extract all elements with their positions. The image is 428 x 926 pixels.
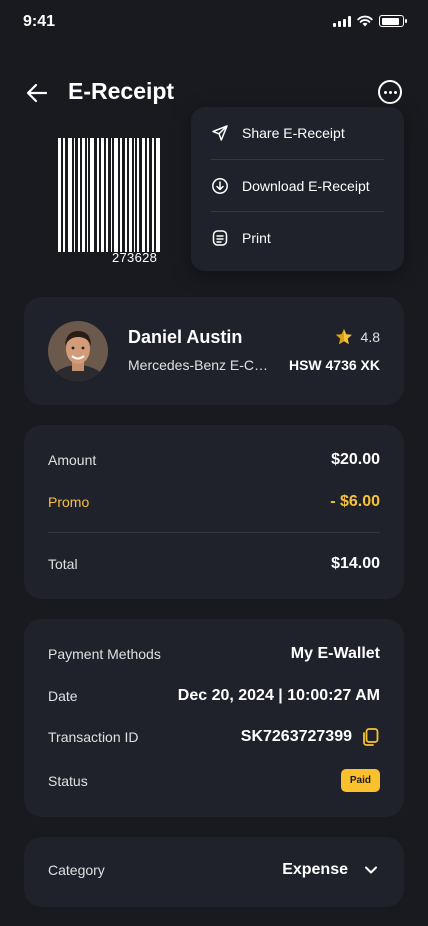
payment-method-value: My E-Wallet — [290, 645, 380, 662]
driver-name: Daniel Austin — [128, 327, 243, 347]
page-title: E-Receipt — [68, 78, 175, 104]
header: E-Receipt — [0, 72, 428, 112]
options-menu: Share E-Receipt Download E-Receipt Print — [191, 107, 404, 271]
download-icon — [212, 177, 228, 194]
rating-value: 4.8 — [360, 329, 380, 345]
promo-label: Promo — [48, 494, 90, 510]
menu-item-print[interactable]: Print — [211, 211, 384, 263]
total-value: $14.00 — [331, 555, 380, 572]
menu-item-download[interactable]: Download E-Receipt — [211, 159, 384, 211]
barcode: 273628 — [58, 138, 193, 265]
category-label: Category — [48, 862, 105, 878]
transaction-id-value: SK7263727399 — [240, 728, 352, 745]
menu-item-label: Share E-Receipt — [242, 125, 345, 141]
cellular-signal-icon — [333, 15, 351, 27]
date-row: Date Dec 20, 2024 | 10:00:27 AM — [48, 687, 380, 705]
copy-icon[interactable] — [360, 727, 380, 747]
battery-icon — [379, 15, 407, 27]
total-label: Total — [48, 556, 78, 572]
car-model: Mercedes-Benz E-Class — [128, 357, 270, 373]
category-card[interactable]: Category Expense — [24, 837, 404, 907]
amount-label: Amount — [48, 452, 97, 468]
status-icons — [333, 15, 407, 27]
document-icon — [212, 229, 228, 246]
category-value: Expense — [282, 861, 348, 878]
menu-item-share[interactable]: Share E-Receipt — [211, 107, 384, 159]
status-bar: 9:41 — [0, 0, 428, 44]
star-icon — [335, 329, 352, 345]
category-select[interactable]: Expense — [282, 861, 380, 879]
driver-rating: 4.8 — [335, 328, 380, 346]
amount-row: Amount $20.00 — [48, 451, 380, 469]
status-label: Status — [48, 772, 88, 789]
amount-card: Amount $20.00 Promo - $6.00 Total $14.00 — [24, 425, 404, 599]
payment-method-row: Payment Methods My E-Wallet — [48, 645, 380, 663]
payment-card: Payment Methods My E-Wallet Date Dec 20,… — [24, 619, 404, 817]
payment-method-label: Payment Methods — [48, 646, 161, 662]
driver-card: Daniel Austin Mercedes-Benz E-Class 4.8 … — [24, 297, 404, 405]
barcode-number: 273628 — [112, 250, 158, 265]
promo-value: - $6.00 — [330, 493, 380, 510]
transaction-id-label: Transaction ID — [48, 729, 139, 745]
status-badge: Paid — [340, 769, 380, 792]
menu-item-label: Download E-Receipt — [242, 177, 370, 194]
amount-value: $20.00 — [331, 451, 380, 468]
back-arrow-icon[interactable] — [24, 80, 50, 106]
promo-row: Promo - $6.00 — [48, 493, 380, 511]
status-row: Status Paid — [48, 769, 380, 792]
wifi-icon — [357, 15, 373, 27]
avatar — [48, 321, 108, 381]
date-label: Date — [48, 688, 78, 704]
date-value: Dec 20, 2024 | 10:00:27 AM — [177, 687, 380, 704]
category-row: Category Expense — [48, 861, 380, 879]
send-icon — [212, 125, 228, 141]
chevron-down-icon[interactable] — [362, 861, 380, 879]
transaction-row: Transaction ID SK7263727399 — [48, 727, 380, 747]
menu-item-label: Print — [242, 229, 271, 246]
barcode-bars — [58, 138, 193, 252]
divider — [48, 532, 380, 533]
license-plate: HSW 4736 XK — [288, 357, 380, 373]
total-row: Total $14.00 — [48, 555, 380, 573]
more-options-icon[interactable] — [378, 80, 402, 104]
status-time: 9:41 — [23, 13, 56, 30]
